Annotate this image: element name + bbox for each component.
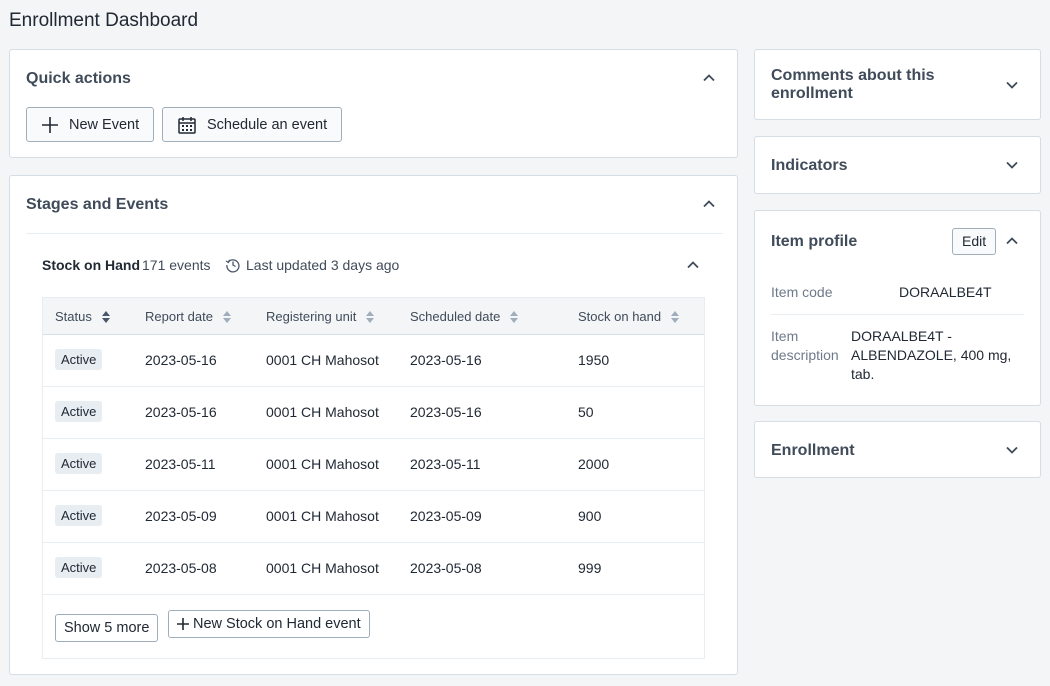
chevron-up-icon[interactable] xyxy=(701,196,717,212)
item-description-label: Item description xyxy=(771,328,839,363)
registering-unit-cell: 0001 CH Mahosot xyxy=(266,560,379,576)
column-header-stock-on-hand[interactable]: Stock on hand xyxy=(578,309,680,324)
plus-icon xyxy=(177,618,189,630)
show-more-button[interactable]: Show 5 more xyxy=(55,614,159,642)
status-badge: Active xyxy=(55,401,103,422)
quick-actions-title: Quick actions xyxy=(26,70,131,87)
chevron-up-icon[interactable] xyxy=(701,70,717,86)
registering-unit-cell: 0001 CH Mahosot xyxy=(266,508,379,524)
sort-icon xyxy=(222,310,232,324)
indicators-card[interactable]: Indicators xyxy=(754,136,1041,194)
column-header-report-date[interactable]: Report date xyxy=(145,309,232,324)
chevron-down-icon[interactable] xyxy=(1004,442,1020,458)
item-profile-card: Item profile Edit Item code DORAALBE4T I… xyxy=(754,210,1041,406)
column-header-status[interactable]: Status xyxy=(55,309,111,324)
status-badge: Active xyxy=(55,557,103,578)
comments-card[interactable]: Comments about this enrollment xyxy=(754,49,1041,120)
stages-events-title: Stages and Events xyxy=(26,196,169,213)
column-label: Scheduled date xyxy=(410,309,501,324)
column-label: Stock on hand xyxy=(578,309,662,324)
new-event-button[interactable]: New Event xyxy=(26,107,154,142)
table-row[interactable]: Active 2023-05-11 0001 CH Mahosot 2023-0… xyxy=(43,439,704,491)
registering-unit-cell: 0001 CH Mahosot xyxy=(266,404,379,420)
stock-on-hand-cell: 999 xyxy=(578,560,602,576)
sort-icon xyxy=(509,310,519,324)
schedule-event-button[interactable]: Schedule an event xyxy=(162,107,342,142)
report-date-cell: 2023-05-11 xyxy=(145,456,216,472)
item-profile-title: Item profile xyxy=(771,233,858,250)
stock-on-hand-cell: 1950 xyxy=(578,352,610,368)
registering-unit-cell: 0001 CH Mahosot xyxy=(266,352,379,368)
chevron-up-icon[interactable] xyxy=(1004,233,1020,249)
indicators-title: Indicators xyxy=(771,157,848,174)
event-count: 171 events xyxy=(142,257,211,273)
scheduled-date-cell: 2023-05-16 xyxy=(410,404,482,420)
column-header-registering-unit[interactable]: Registering unit xyxy=(266,309,375,324)
column-label: Status xyxy=(55,309,92,324)
comments-title: Comments about this enrollment xyxy=(771,67,935,102)
edit-button[interactable]: Edit xyxy=(952,228,997,255)
enrollment-title: Enrollment xyxy=(771,442,855,459)
schedule-event-label: Schedule an event xyxy=(207,116,328,133)
calendar-icon xyxy=(177,115,197,135)
page-title: Enrollment Dashboard xyxy=(9,10,199,31)
report-date-cell: 2023-05-09 xyxy=(145,508,217,524)
table-row[interactable]: Active 2023-05-16 0001 CH Mahosot 2023-0… xyxy=(43,335,704,387)
new-stage-event-label: New Stock on Hand event xyxy=(193,616,361,632)
divider xyxy=(26,233,723,234)
scheduled-date-cell: 2023-05-11 xyxy=(410,456,481,472)
status-badge: Active xyxy=(55,453,103,474)
sort-icon xyxy=(670,310,680,324)
new-event-label: New Event xyxy=(69,116,140,133)
quick-actions-card: Quick actions New Event Schedule an even… xyxy=(9,49,738,158)
report-date-cell: 2023-05-08 xyxy=(145,560,217,576)
stock-on-hand-cell: 50 xyxy=(578,404,594,420)
events-table: Status Report date Registering unit Sche… xyxy=(42,297,705,659)
column-label: Report date xyxy=(145,309,213,324)
scheduled-date-cell: 2023-05-08 xyxy=(410,560,482,576)
sort-icon xyxy=(365,310,375,324)
item-code-value: DORAALBE4T xyxy=(899,284,992,300)
chevron-down-icon[interactable] xyxy=(1004,77,1020,93)
table-header: Status Report date Registering unit Sche… xyxy=(43,298,704,335)
stock-on-hand-cell: 900 xyxy=(578,508,602,524)
divider xyxy=(771,314,1024,315)
stage-header[interactable]: Stock on Hand 171 events Last updated 3 … xyxy=(42,256,705,276)
item-description-value: DORAALBE4T - ALBENDAZOLE, 400 mg, tab. xyxy=(851,328,1012,382)
table-row[interactable]: Active 2023-05-16 0001 CH Mahosot 2023-0… xyxy=(43,387,704,439)
item-code-label: Item code xyxy=(771,284,833,300)
table-row[interactable]: Active 2023-05-09 0001 CH Mahosot 2023-0… xyxy=(43,491,704,543)
last-updated: Last updated 3 days ago xyxy=(246,257,400,273)
column-header-scheduled-date[interactable]: Scheduled date xyxy=(410,309,519,324)
report-date-cell: 2023-05-16 xyxy=(145,352,217,368)
registering-unit-cell: 0001 CH Mahosot xyxy=(266,456,379,472)
sort-icon xyxy=(101,310,111,324)
status-badge: Active xyxy=(55,349,103,370)
scheduled-date-cell: 2023-05-09 xyxy=(410,508,482,524)
show-more-label: Show 5 more xyxy=(64,620,150,636)
column-label: Registering unit xyxy=(266,309,357,324)
stage-name: Stock on Hand xyxy=(42,257,141,273)
history-icon xyxy=(225,257,241,278)
stock-on-hand-cell: 2000 xyxy=(578,456,610,472)
report-date-cell: 2023-05-16 xyxy=(145,404,217,420)
table-row[interactable]: Active 2023-05-08 0001 CH Mahosot 2023-0… xyxy=(43,543,704,595)
scheduled-date-cell: 2023-05-16 xyxy=(410,352,482,368)
edit-label: Edit xyxy=(962,233,987,249)
chevron-down-icon[interactable] xyxy=(1004,157,1020,173)
stages-events-card: Stages and Events Stock on Hand 171 even… xyxy=(9,175,738,675)
chevron-up-icon[interactable] xyxy=(685,257,701,273)
new-stage-event-button[interactable]: New Stock on Hand event xyxy=(168,610,370,638)
enrollment-card[interactable]: Enrollment xyxy=(754,421,1041,478)
status-badge: Active xyxy=(55,505,103,526)
plus-icon xyxy=(41,116,59,134)
